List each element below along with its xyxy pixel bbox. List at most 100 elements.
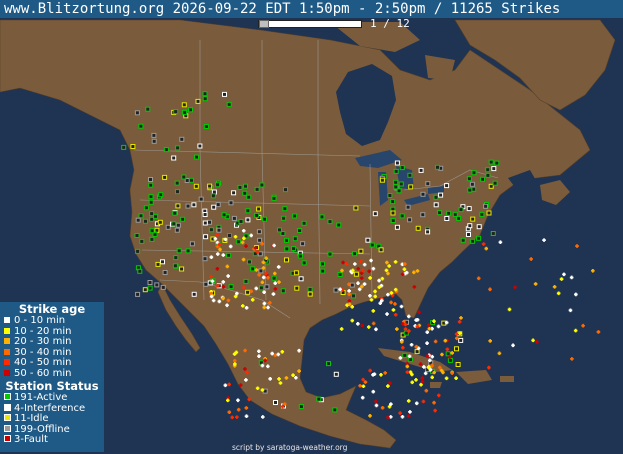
frame-slider[interactable]: [258, 20, 362, 28]
station-marker: [480, 176, 485, 182]
station-marker: [231, 215, 237, 221]
station-marker: [396, 188, 402, 194]
station-marker: [221, 212, 227, 218]
station-marker: [245, 289, 251, 295]
station-marker: [157, 219, 163, 225]
station-marker: [433, 194, 439, 200]
station-marker: [207, 219, 212, 225]
strike-age-label: 50 - 60 min: [14, 367, 72, 379]
station-marker: [134, 233, 140, 238]
station-marker: [333, 287, 339, 293]
station-marker: [466, 206, 472, 212]
station-marker: [171, 155, 177, 161]
station-marker: [257, 237, 263, 243]
station-marker: [165, 224, 171, 230]
station-status-label: 3-Fault: [14, 434, 48, 445]
station-marker: [415, 225, 421, 231]
station-marker: [226, 252, 232, 258]
station-marker: [197, 143, 203, 149]
station-marker: [307, 286, 313, 292]
station-marker: [456, 215, 462, 221]
station-marker: [358, 248, 364, 254]
station-marker: [149, 236, 155, 242]
station-status-item: 3-Fault: [0, 434, 104, 446]
station-marker: [175, 145, 181, 151]
station-marker: [246, 194, 252, 200]
station-marker: [393, 179, 399, 185]
station-marker: [378, 247, 384, 253]
station-marker: [319, 214, 325, 220]
station-marker: [390, 218, 396, 223]
station-status-label: 4-Interference: [14, 402, 86, 414]
station-marker: [337, 272, 343, 277]
station-marker: [135, 291, 141, 297]
station-marker: [155, 261, 161, 267]
station-marker: [407, 217, 413, 223]
strike-age-label: 40 - 50 min: [14, 357, 72, 368]
station-marker: [470, 216, 476, 222]
station-marker: [425, 181, 431, 187]
map-title: www.Blitzortung.org 2026-09-22 EDT 1:50p…: [0, 0, 623, 18]
station-marker: [298, 276, 304, 282]
station-marker: [284, 246, 290, 252]
station-marker: [151, 132, 157, 138]
station-marker: [176, 248, 182, 254]
station-marker: [245, 217, 251, 223]
station-marker: [173, 109, 179, 115]
station-marker: [372, 211, 378, 217]
station-marker: [154, 282, 160, 288]
station-marker: [414, 349, 420, 355]
station-marker: [438, 192, 444, 198]
station-marker: [135, 217, 141, 223]
station-marker: [243, 183, 248, 189]
station-marker: [171, 221, 177, 227]
station-marker: [379, 177, 385, 183]
station-marker: [162, 270, 168, 275]
station-marker: [143, 218, 148, 224]
station-marker: [283, 187, 288, 193]
strike-age-swatch: [4, 317, 10, 323]
station-status-label: 199-Offline: [14, 423, 70, 435]
strike-age-swatch: [4, 348, 10, 355]
station-marker: [163, 147, 169, 153]
station-marker: [137, 268, 143, 274]
station-marker: [293, 270, 299, 276]
station-marker: [215, 202, 221, 208]
station-marker: [369, 242, 375, 248]
station-marker: [264, 284, 270, 290]
station-marker: [228, 200, 234, 206]
station-marker: [162, 174, 168, 180]
station-marker: [425, 229, 431, 235]
strike-age-swatch: [4, 369, 10, 376]
station-marker: [336, 222, 342, 228]
station-marker: [254, 212, 260, 218]
station-marker: [194, 154, 199, 160]
station-status-swatch: [4, 403, 11, 411]
station-marker: [258, 285, 264, 291]
station-marker: [179, 266, 185, 272]
station-marker: [148, 177, 153, 182]
station-marker: [444, 216, 450, 221]
station-marker: [492, 180, 498, 186]
station-marker: [182, 109, 188, 115]
station-marker: [301, 220, 307, 226]
station-marker: [160, 284, 166, 290]
station-marker: [175, 189, 180, 195]
station-marker: [210, 193, 216, 199]
station-marker: [208, 227, 214, 233]
station-marker: [300, 241, 306, 247]
station-marker: [479, 211, 485, 217]
station-status-swatch: [4, 435, 11, 442]
station-marker: [307, 291, 313, 297]
station-marker: [390, 210, 396, 216]
station-marker: [470, 238, 476, 244]
station-status-swatch: [4, 393, 11, 400]
station-marker: [174, 227, 180, 233]
station-marker: [458, 207, 464, 213]
station-marker: [215, 182, 221, 188]
station-marker: [399, 165, 405, 171]
station-marker: [460, 237, 466, 243]
station-marker: [316, 396, 322, 402]
frame-slider-thumb[interactable]: [259, 20, 269, 28]
station-marker: [327, 251, 333, 257]
